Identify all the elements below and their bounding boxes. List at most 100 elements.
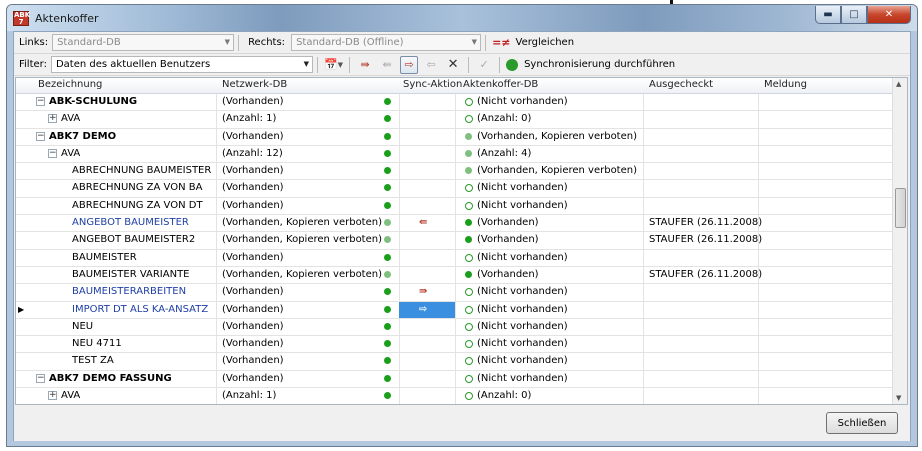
column-divider [758, 163, 759, 180]
column-divider [758, 353, 759, 370]
col-ausgecheckt[interactable]: Ausgecheckt [649, 79, 713, 90]
vertical-scrollbar[interactable]: ▲ ▼ [892, 78, 907, 404]
row-name: NEU [72, 320, 94, 332]
table-row[interactable]: BAUMEISTER (Vorhanden) (Nicht vorhanden) [16, 249, 893, 267]
column-divider [758, 388, 759, 404]
separator [499, 56, 501, 73]
table-row[interactable]: BAUMEISTERARBEITEN (Vorhanden) ⇛ (Nicht vor… [16, 284, 893, 302]
dialog-footer: Schließen [14, 406, 910, 441]
column-divider [455, 388, 456, 404]
table-row[interactable]: ANGEBOT BAUMEISTER2 (Vorhanden, Kopieren … [16, 232, 893, 250]
sync-right-all-button[interactable]: ⇛ [356, 56, 374, 74]
dialog-client: Links: Standard-DB ▼ Rechts: Standard-DB … [13, 31, 911, 441]
rechts-db-select[interactable]: Standard-DB (Offline) ▼ [291, 34, 482, 51]
column-divider [216, 284, 217, 301]
row-name: ANGEBOT BAUMEISTER [72, 217, 189, 229]
col-sync-aktion[interactable]: Sync-Aktion [403, 79, 462, 90]
table-row[interactable]: NEU (Vorhanden) (Nicht vorhanden) [16, 318, 893, 337]
collapse-icon[interactable]: − [36, 97, 45, 106]
column-divider [758, 370, 759, 388]
aktenkoffer-db-status: (Anzahl: 0) [477, 113, 532, 125]
column-divider [399, 215, 400, 232]
aktenkoffer-status-dot-icon [465, 340, 473, 349]
sync-execute-label: Synchronisierung durchführen [524, 59, 676, 70]
sync-execute-button[interactable]: Synchronisierung durchführen [506, 56, 675, 74]
column-divider [399, 318, 400, 336]
col-netzwerk-db[interactable]: Netzwerk-DB [222, 79, 287, 90]
column-divider [216, 318, 217, 336]
scroll-down-icon[interactable]: ▼ [896, 394, 901, 402]
aktenkoffer-db-status: (Nicht vorhanden) [477, 199, 568, 211]
double-arrow-right-icon: ⇛ [360, 58, 370, 71]
schliessen-button[interactable]: Schließen [826, 412, 898, 434]
scroll-thumb[interactable] [895, 188, 906, 228]
copy-right-button[interactable]: ⇨ [400, 55, 419, 74]
table-row[interactable]: NEU 4711 (Vorhanden) (Nicht vorhanden) [16, 336, 893, 354]
column-divider [399, 111, 400, 128]
grid-rows: − ABK-SCHULUNG (Vorhanden) (Nicht vorhanden… [16, 94, 893, 404]
table-row[interactable]: + AVA (Anzahl: 1) (Anzahl: 0) [16, 388, 893, 404]
col-bezeichnung[interactable]: Bezeichnung [38, 79, 102, 90]
column-divider [399, 353, 400, 370]
column-divider [216, 94, 217, 111]
column-divider [643, 232, 644, 249]
sync-action-icon[interactable]: ⇨ [419, 304, 427, 315]
netzwerk-status-dot-icon [384, 270, 391, 278]
calendar-icon: 📅 [323, 58, 338, 71]
links-db-select[interactable]: Standard-DB ▼ [52, 34, 235, 51]
table-row[interactable]: TEST ZA (Vorhanden) (Nicht vorhanden) [16, 353, 893, 371]
netzwerk-db-status: (Vorhanden) [222, 199, 284, 211]
table-row[interactable]: ▶ IMPORT DT ALS KA-ANSATZ (Vorhanden) ⇨ (Nic… [16, 301, 893, 319]
table-row[interactable]: − ABK7 DEMO (Vorhanden) (Vorhanden, Kopiere… [16, 128, 893, 146]
sync-left-all-button[interactable]: ⇚ [378, 56, 396, 74]
aktenkoffer-db-status: (Anzahl: 4) [477, 147, 532, 159]
chevron-down-icon: ▼ [303, 60, 309, 68]
minimize-button[interactable]: ▬ [815, 6, 841, 24]
close-window-button[interactable]: ✕ [867, 6, 911, 24]
table-row[interactable]: ABRECHNUNG ZA VON DT (Vorhanden) (Nicht vo… [16, 197, 893, 216]
scroll-up-icon[interactable]: ▲ [896, 80, 901, 88]
table-row[interactable]: ABRECHNUNG BAUMEISTER (Vorhanden) (Vorhand… [16, 163, 893, 181]
column-divider [455, 301, 456, 318]
table-row[interactable]: BAUMEISTER VARIANTE (Vorhanden, Kopieren … [16, 266, 893, 285]
aktenkoffer-status-dot-icon [465, 219, 472, 227]
calendar-filter-button[interactable]: 📅 ▼ [324, 56, 343, 74]
aktenkoffer-db-status: (Nicht vorhanden) [477, 96, 568, 107]
table-row[interactable]: − ABK7 DEMO FASSUNG (Vorhanden) (Nicht vorh… [16, 370, 893, 389]
table-row[interactable]: + AVA (Anzahl: 1) (Anzahl: 0) [16, 111, 893, 129]
table-row[interactable]: − ABK-SCHULUNG (Vorhanden) (Nicht vorhanden… [16, 94, 893, 112]
col-aktenkoffer-db[interactable]: Aktenkoffer-DB [463, 79, 538, 90]
filter-select[interactable]: Daten des aktuellen Benutzers ▼ [50, 56, 313, 73]
column-divider [455, 353, 456, 370]
col-meldung[interactable]: Meldung [764, 79, 807, 90]
column-divider [643, 284, 644, 301]
column-divider [216, 249, 217, 266]
table-row[interactable]: ANGEBOT BAUMEISTER (Vorhanden, Kopieren v… [16, 215, 893, 233]
delete-action-button[interactable]: ✕ [444, 56, 462, 74]
collapse-icon[interactable]: − [48, 148, 57, 158]
column-divider [643, 336, 644, 353]
sync-refresh-icon [506, 58, 519, 71]
expand-icon[interactable]: + [48, 391, 57, 401]
netzwerk-status-dot-icon [384, 201, 391, 209]
netzwerk-db-status: (Vorhanden) [222, 96, 284, 107]
aktenkoffer-db-status: (Vorhanden, Kopieren verboten) [477, 165, 637, 177]
column-divider [216, 301, 217, 318]
check-button[interactable]: ✓ [475, 56, 493, 74]
copy-left-button[interactable]: ⇦ [422, 56, 440, 74]
column-divider [399, 197, 400, 215]
column-divider [455, 180, 456, 197]
compare-button[interactable]: =≠ Vergleichen [492, 34, 574, 52]
collapse-icon[interactable]: − [36, 131, 45, 141]
aktenkoffer-status-dot-icon [465, 201, 473, 210]
row-name: AVA [61, 113, 81, 125]
table-row[interactable]: ABRECHNUNG ZA VON BA (Vorhanden) (Nicht vo… [16, 180, 893, 198]
sync-action-icon[interactable]: ⇚ [419, 217, 427, 228]
sync-action-icon[interactable]: ⇛ [419, 286, 427, 297]
expand-icon[interactable]: + [48, 114, 57, 124]
row-name: ABRECHNUNG ZA VON BA [72, 182, 203, 194]
table-row[interactable]: − AVA (Anzahl: 12) (Anzahl: 4) [16, 145, 893, 164]
maximize-button[interactable]: □ [841, 6, 867, 24]
column-divider [399, 336, 400, 353]
collapse-icon[interactable]: − [36, 373, 45, 383]
